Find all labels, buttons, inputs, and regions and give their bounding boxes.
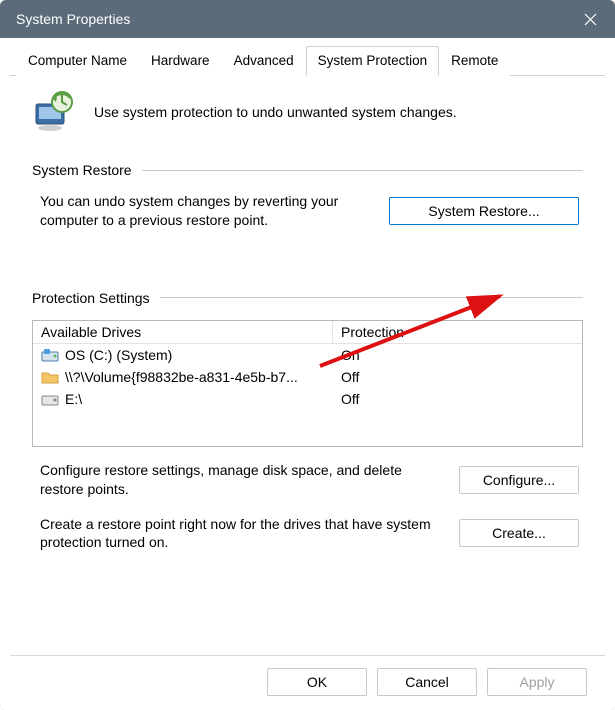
intro-text: Use system protection to undo unwanted s… xyxy=(94,104,583,120)
tab-computer-name[interactable]: Computer Name xyxy=(16,46,139,76)
protection-cell: Off xyxy=(333,390,582,408)
drives-table: Available Drives Protection OS (C:) (Sys… xyxy=(32,320,583,447)
create-description: Create a restore point right now for the… xyxy=(40,515,443,553)
tab-hardware[interactable]: Hardware xyxy=(139,46,222,76)
configure-button[interactable]: Configure... xyxy=(459,466,579,494)
folder-icon xyxy=(41,370,59,384)
drive-cell: OS (C:) (System) xyxy=(33,346,333,364)
col-header-drives[interactable]: Available Drives xyxy=(33,321,333,344)
tab-advanced[interactable]: Advanced xyxy=(222,46,306,76)
protection-cell: Off xyxy=(333,368,582,386)
create-row: Create a restore point right now for the… xyxy=(32,515,583,553)
close-icon xyxy=(584,13,597,26)
col-header-protection[interactable]: Protection xyxy=(333,321,582,344)
content-area: Computer Name Hardware Advanced System P… xyxy=(0,38,615,710)
drive-name: OS (C:) (System) xyxy=(65,347,172,363)
table-row[interactable]: \\?\Volume{f98832be-a831-4e5b-b7... Off xyxy=(33,366,582,388)
configure-row: Configure restore settings, manage disk … xyxy=(32,461,583,499)
apply-button[interactable]: Apply xyxy=(487,668,587,696)
drive-name: \\?\Volume{f98832be-a831-4e5b-b7... xyxy=(65,369,298,385)
group-divider xyxy=(142,170,583,171)
tab-remote[interactable]: Remote xyxy=(439,46,510,76)
drive-e-icon xyxy=(41,392,59,406)
configure-description: Configure restore settings, manage disk … xyxy=(40,461,443,499)
system-protection-panel: Use system protection to undo unwanted s… xyxy=(10,76,605,655)
group-title-restore-label: System Restore xyxy=(32,162,132,178)
system-restore-group: System Restore You can undo system chang… xyxy=(32,162,583,230)
ok-button[interactable]: OK xyxy=(267,668,367,696)
tab-system-protection[interactable]: System Protection xyxy=(306,46,440,76)
restore-row: You can undo system changes by reverting… xyxy=(32,192,583,230)
protection-cell: On xyxy=(333,346,582,364)
intro-row: Use system protection to undo unwanted s… xyxy=(32,90,583,134)
titlebar: System Properties xyxy=(0,0,615,38)
dialog-footer: OK Cancel Apply xyxy=(10,655,605,710)
drive-cell: \\?\Volume{f98832be-a831-4e5b-b7... xyxy=(33,368,333,386)
create-button[interactable]: Create... xyxy=(459,519,579,547)
system-protection-icon xyxy=(32,90,76,134)
table-row[interactable]: E:\ Off xyxy=(33,388,582,410)
protection-settings-group: Protection Settings Available Drives Pro… xyxy=(32,290,583,553)
cancel-button[interactable]: Cancel xyxy=(377,668,477,696)
tab-strip: Computer Name Hardware Advanced System P… xyxy=(10,46,605,76)
restore-description: You can undo system changes by reverting… xyxy=(40,192,373,230)
close-button[interactable] xyxy=(565,0,615,38)
system-properties-window: System Properties Computer Name Hardware… xyxy=(0,0,615,710)
group-title-protection: Protection Settings xyxy=(32,290,583,306)
group-divider xyxy=(160,297,583,298)
system-restore-button[interactable]: System Restore... xyxy=(389,197,579,225)
drive-os-icon xyxy=(41,348,59,362)
drive-cell: E:\ xyxy=(33,390,333,408)
window-title: System Properties xyxy=(16,11,130,27)
table-row[interactable]: OS (C:) (System) On xyxy=(33,344,582,366)
group-title-restore: System Restore xyxy=(32,162,583,178)
drive-name: E:\ xyxy=(65,391,82,407)
table-header: Available Drives Protection xyxy=(33,321,582,344)
group-title-protection-label: Protection Settings xyxy=(32,290,150,306)
